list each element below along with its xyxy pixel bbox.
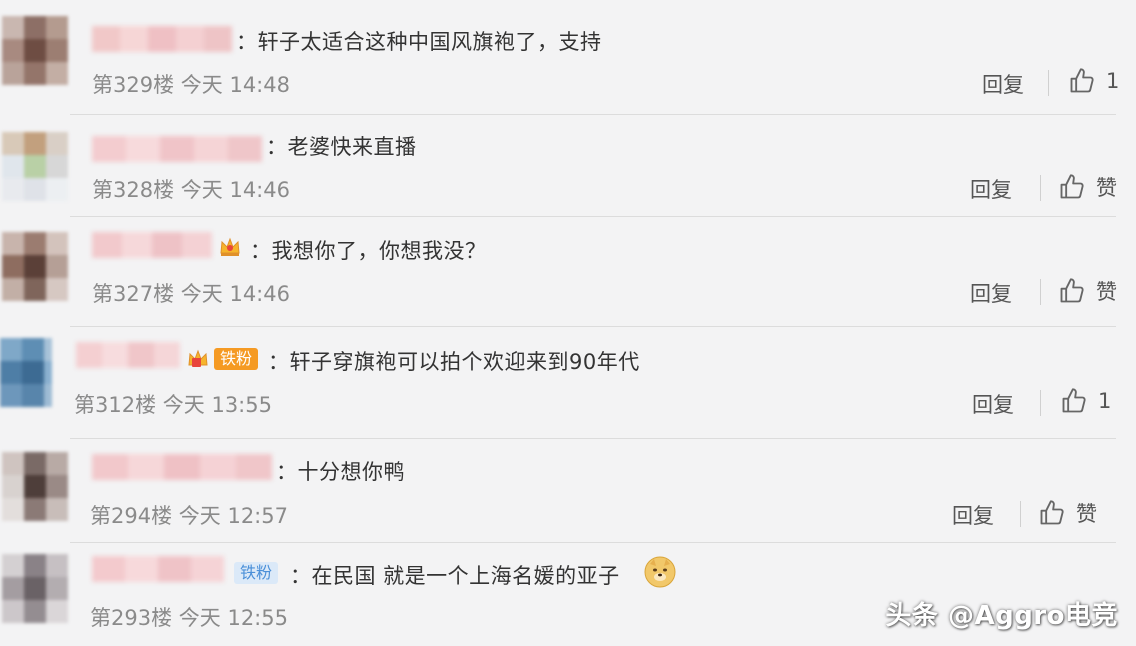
like-label: 赞 bbox=[1096, 280, 1117, 304]
divider bbox=[1048, 70, 1049, 96]
comment-time: 今天 14:46 bbox=[180, 178, 290, 202]
like-button[interactable]: 1 bbox=[1068, 67, 1119, 95]
divider bbox=[1040, 390, 1041, 416]
floor-number: 第312楼 bbox=[74, 393, 157, 417]
comment-text: ：我想你了，你想我没？ bbox=[250, 235, 487, 265]
floor-number: 第329楼 bbox=[92, 73, 175, 97]
username[interactable] bbox=[76, 342, 180, 368]
avatar[interactable] bbox=[2, 132, 68, 202]
doge-emoji-icon bbox=[644, 556, 676, 588]
comment-body: 轩子太适合这种中国风旗袍了，支持 bbox=[257, 30, 602, 54]
comment-item: ：老婆快来直播 第328楼 今天 14:46 回复 赞 bbox=[0, 110, 1136, 220]
comment-meta: 第312楼 今天 13:55 bbox=[74, 389, 272, 419]
reply-button[interactable]: 回复 bbox=[970, 174, 1012, 204]
like-button[interactable]: 1 bbox=[1060, 387, 1111, 415]
comment-item: ：轩子太适合这种中国风旗袍了，支持 第329楼 今天 14:48 回复 1 bbox=[0, 0, 1136, 110]
like-label: 赞 bbox=[1096, 176, 1117, 200]
comment-time: 今天 13:55 bbox=[162, 393, 272, 417]
username[interactable] bbox=[92, 454, 272, 480]
like-button[interactable]: 赞 bbox=[1038, 498, 1097, 528]
username[interactable] bbox=[92, 556, 224, 582]
thumbs-up-icon bbox=[1070, 68, 1094, 93]
username[interactable] bbox=[92, 26, 232, 52]
comment-text: ：老婆快来直播 bbox=[266, 131, 417, 161]
comment-colon: ： bbox=[250, 239, 272, 263]
comment-meta: 第293楼 今天 12:55 bbox=[90, 602, 288, 632]
reply-button[interactable]: 回复 bbox=[972, 389, 1014, 419]
floor-number: 第293楼 bbox=[90, 606, 173, 630]
like-label: 赞 bbox=[1076, 502, 1097, 526]
comment-time: 今天 12:55 bbox=[178, 606, 288, 630]
comment-time: 今天 12:57 bbox=[178, 504, 288, 528]
comment-colon: ： bbox=[276, 460, 298, 484]
floor-number: 第328楼 bbox=[92, 178, 175, 202]
fan-badge: 铁粉 bbox=[234, 562, 279, 584]
comment-meta: 第294楼 今天 12:57 bbox=[90, 500, 288, 530]
comment-item: ：十分想你鸭 第294楼 今天 12:57 回复 赞 bbox=[0, 438, 1136, 548]
avatar[interactable] bbox=[2, 452, 68, 522]
comment-meta: 第327楼 今天 14:46 bbox=[92, 278, 290, 308]
comment-body: 轩子穿旗袍可以拍个欢迎来到90年代 bbox=[289, 350, 640, 374]
like-count: 1 bbox=[1098, 389, 1112, 413]
comment-body: 我想你了，你想我没？ bbox=[271, 239, 487, 263]
comment-colon: ： bbox=[290, 564, 312, 588]
avatar[interactable] bbox=[2, 16, 68, 86]
comment-item: ：我想你了，你想我没？ 第327楼 今天 14:46 回复 赞 bbox=[0, 214, 1136, 324]
like-button[interactable]: 赞 bbox=[1058, 276, 1117, 306]
divider bbox=[1040, 175, 1041, 201]
comment-time: 今天 14:46 bbox=[180, 282, 290, 306]
avatar[interactable] bbox=[2, 232, 68, 302]
like-button[interactable]: 赞 bbox=[1058, 172, 1117, 202]
divider bbox=[1040, 279, 1041, 305]
comment-time: 今天 14:48 bbox=[180, 73, 290, 97]
crown-icon bbox=[220, 237, 240, 256]
comment-list: ：轩子太适合这种中国风旗袍了，支持 第329楼 今天 14:48 回复 1 ：老… bbox=[0, 0, 1136, 646]
reply-button[interactable]: 回复 bbox=[952, 500, 994, 530]
crown-icon bbox=[188, 349, 208, 367]
comment-body: 在民国 就是一个上海名媛的亚子 bbox=[311, 564, 620, 588]
username[interactable] bbox=[92, 232, 212, 258]
like-count: 1 bbox=[1106, 69, 1120, 93]
avatar[interactable] bbox=[2, 554, 68, 624]
thumbs-up-icon bbox=[1060, 174, 1084, 199]
fan-badge: 铁粉 bbox=[214, 348, 259, 370]
comment-body: 十分想你鸭 bbox=[297, 460, 405, 484]
thumbs-up-icon bbox=[1060, 278, 1084, 303]
comment-colon: ： bbox=[266, 135, 288, 159]
avatar[interactable] bbox=[0, 338, 52, 408]
comment-meta: 第329楼 今天 14:48 bbox=[92, 69, 290, 99]
comment-text: ：在民国 就是一个上海名媛的亚子 bbox=[290, 560, 620, 590]
comment-text: ：十分想你鸭 bbox=[276, 456, 405, 486]
comment-text: ：轩子太适合这种中国风旗袍了，支持 bbox=[236, 26, 602, 56]
floor-number: 第294楼 bbox=[90, 504, 173, 528]
watermark: 头条 @Aggro电竞 bbox=[885, 601, 1118, 631]
thumbs-up-icon bbox=[1040, 500, 1064, 525]
reply-button[interactable]: 回复 bbox=[970, 278, 1012, 308]
reply-button[interactable]: 回复 bbox=[982, 69, 1024, 99]
comment-meta: 第328楼 今天 14:46 bbox=[92, 174, 290, 204]
comment-text: ：轩子穿旗袍可以拍个欢迎来到90年代 bbox=[268, 346, 640, 376]
username[interactable] bbox=[92, 136, 262, 162]
comment-item: 铁粉 ：轩子穿旗袍可以拍个欢迎来到90年代 第312楼 今天 13:55 回复 … bbox=[0, 326, 1136, 436]
thumbs-up-icon bbox=[1062, 388, 1086, 413]
comment-colon: ： bbox=[268, 350, 290, 374]
divider bbox=[1020, 501, 1021, 527]
comment-colon: ： bbox=[236, 30, 258, 54]
comment-body: 老婆快来直播 bbox=[287, 135, 417, 159]
floor-number: 第327楼 bbox=[92, 282, 175, 306]
